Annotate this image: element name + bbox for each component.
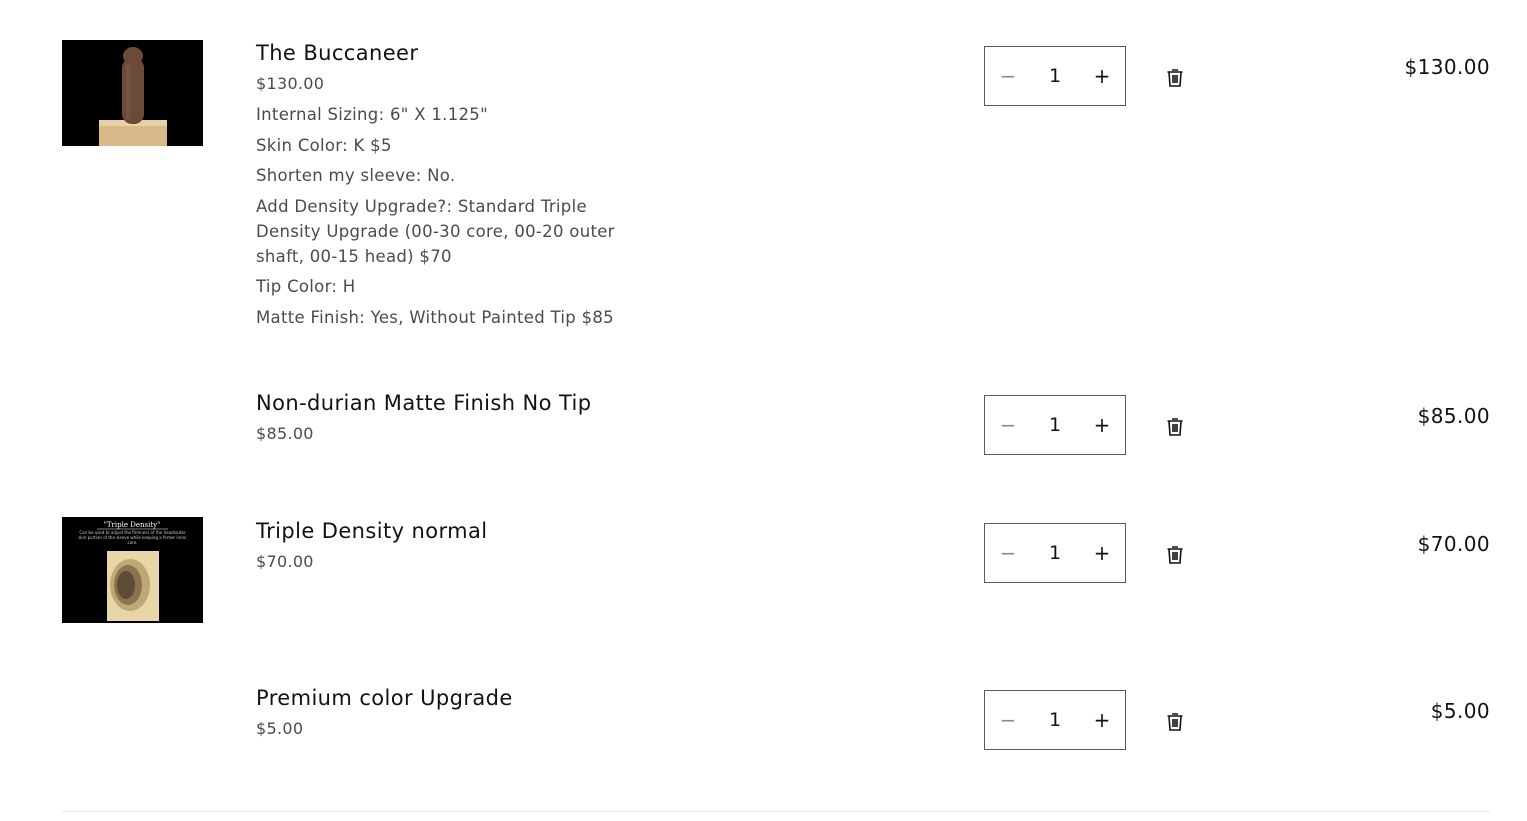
quantity-stepper: − 1 + xyxy=(984,395,1126,455)
line-total: $130.00 xyxy=(1404,55,1490,79)
minus-icon: − xyxy=(999,64,1017,88)
option-line: Tip Color: H xyxy=(256,277,356,296)
image-caption: Can be used to adjust the firmness of th… xyxy=(78,530,187,545)
product-info: Premium color Upgrade $5.00 xyxy=(256,685,656,739)
decrease-quantity-button[interactable]: − xyxy=(985,524,1031,582)
product-name[interactable]: The Buccaneer xyxy=(256,40,656,66)
product-photo: "Triple Density" Can be used to adjust t… xyxy=(62,517,203,623)
product-image[interactable]: "Triple Density" Can be used to adjust t… xyxy=(62,517,203,623)
option-line: Matte Finish: Yes, Without Painted Tip $… xyxy=(256,307,614,327)
product-info: Non-durian Matte Finish No Tip $85.00 xyxy=(256,390,656,444)
line-total: $70.00 xyxy=(1417,532,1490,556)
unit-price: $85.00 xyxy=(256,424,314,443)
remove-item-button[interactable] xyxy=(1166,712,1184,732)
quantity-stepper: − 1 + xyxy=(984,46,1126,106)
unit-price: $5.00 xyxy=(256,719,304,738)
option-line: Internal Sizing: 6" X 1.125" xyxy=(256,105,488,124)
quantity-stepper: − 1 + xyxy=(984,690,1126,750)
minus-icon: − xyxy=(999,413,1017,437)
unit-price: $130.00 xyxy=(256,74,325,93)
quantity-input[interactable]: 1 xyxy=(1035,414,1075,436)
plus-icon: + xyxy=(1093,413,1111,437)
product-name[interactable]: Non-durian Matte Finish No Tip xyxy=(256,390,656,416)
decrease-quantity-button[interactable]: − xyxy=(985,691,1031,749)
product-info: The Buccaneer $130.00 Internal Sizing: 6… xyxy=(256,40,656,335)
unit-price: $70.00 xyxy=(256,552,314,571)
increase-quantity-button[interactable]: + xyxy=(1079,396,1125,454)
quantity-input[interactable]: 1 xyxy=(1035,542,1075,564)
plus-icon: + xyxy=(1093,708,1111,732)
plus-icon: + xyxy=(1093,541,1111,565)
line-total: $5.00 xyxy=(1430,699,1490,723)
option-line: Skin Color: K $5 xyxy=(256,135,392,155)
product-info: Triple Density normal $70.00 xyxy=(256,518,656,572)
trash-icon xyxy=(1167,69,1183,87)
increase-quantity-button[interactable]: + xyxy=(1079,691,1125,749)
increase-quantity-button[interactable]: + xyxy=(1079,47,1125,105)
image-title: "Triple Density" xyxy=(104,521,161,529)
quantity-input[interactable]: 1 xyxy=(1035,709,1075,731)
product-photo xyxy=(62,40,203,146)
trash-icon xyxy=(1167,546,1183,564)
decrease-quantity-button[interactable]: − xyxy=(985,396,1031,454)
product-image[interactable] xyxy=(62,40,203,146)
option-line: Shorten my sleeve: No. xyxy=(256,166,456,185)
divider xyxy=(62,811,1490,812)
minus-icon: − xyxy=(999,708,1017,732)
trash-icon xyxy=(1167,418,1183,436)
trash-icon xyxy=(1167,713,1183,731)
remove-item-button[interactable] xyxy=(1166,417,1184,437)
line-total: $85.00 xyxy=(1417,404,1490,428)
remove-item-button[interactable] xyxy=(1166,545,1184,565)
option-line: Add Density Upgrade?: Standard Triple De… xyxy=(256,196,615,266)
product-name[interactable]: Premium color Upgrade xyxy=(256,685,656,711)
quantity-stepper: − 1 + xyxy=(984,523,1126,583)
minus-icon: − xyxy=(999,541,1017,565)
increase-quantity-button[interactable]: + xyxy=(1079,524,1125,582)
product-options: Internal Sizing: 6" X 1.125" Skin Color:… xyxy=(256,102,656,330)
product-name[interactable]: Triple Density normal xyxy=(256,518,656,544)
plus-icon: + xyxy=(1093,64,1111,88)
remove-item-button[interactable] xyxy=(1166,68,1184,88)
decrease-quantity-button[interactable]: − xyxy=(985,47,1031,105)
quantity-input[interactable]: 1 xyxy=(1035,65,1075,87)
